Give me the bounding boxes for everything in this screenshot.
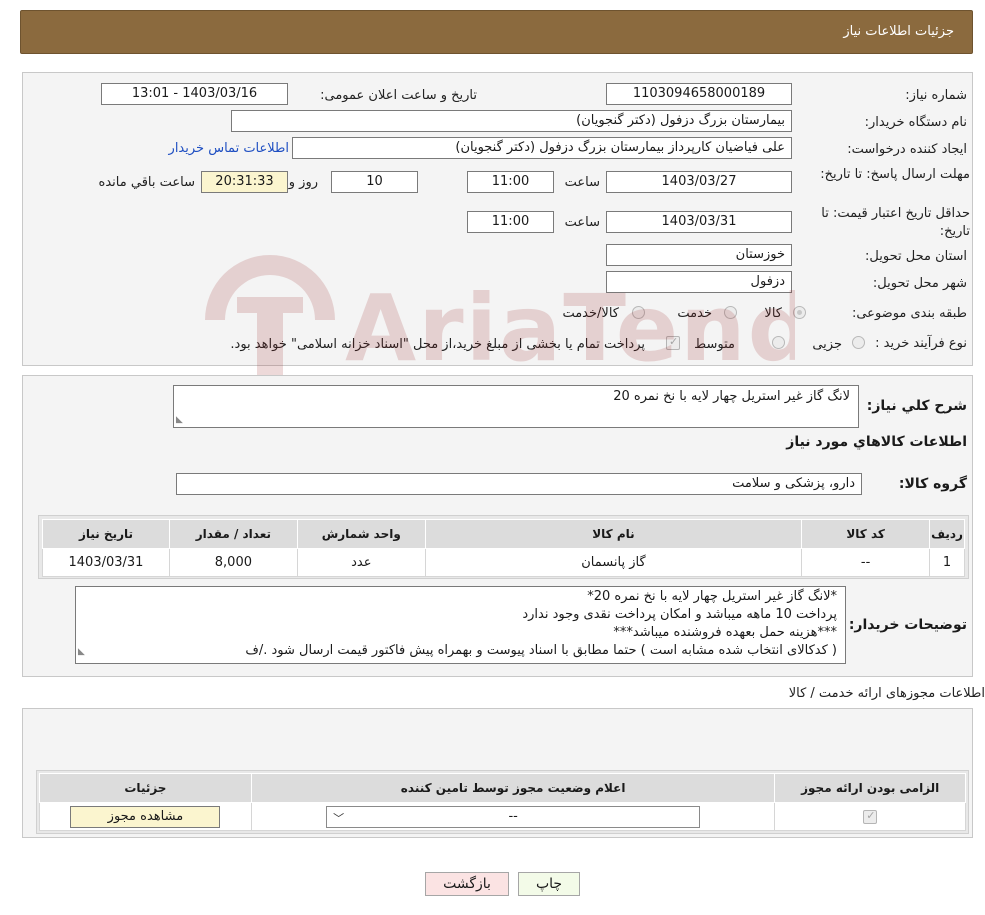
remaining-time-field: 20:31:33 [201,171,288,193]
print-button[interactable]: چاپ [518,872,580,896]
permits-col-required: الزامی بودن ارائه مجوز [774,773,966,803]
table-row: -- ﹀ مشاهده مجوز [39,802,966,831]
goods-cell-row: 1 [929,548,965,577]
creator-field: علی فیاضیان کارپرداز بیمارستان بزرگ دزفو… [292,137,792,159]
process-option-minor: جزیی [812,337,842,352]
goods-group-label: گروه کالا: [898,476,967,492]
goods-col-unit: واحد شمارش [296,519,426,549]
resize-handle-icon[interactable]: ◢ [78,643,85,661]
description-text: لانگ گاز غیر استریل چهار لایه با نخ نمره… [613,389,850,404]
goods-col-name: نام کالا [424,519,803,549]
category-option-goods-service: کالا/خدمت [562,306,619,321]
category-radio-goods[interactable] [793,306,806,319]
goods-col-quantity: تعداد / مقدار [168,519,298,549]
province-label: استان محل تحویل: [865,249,967,264]
goods-cell-date: 1403/03/31 [42,548,170,577]
treasury-note: پرداخت تمام یا بخشی از مبلغ خرید،از محل … [230,337,645,352]
permits-section-title: اطلاعات مجوزهای ارائه خدمت / کالا [788,686,985,701]
buyer-notes-line-1: *لانگ گاز غیر استریل چهار لایه با نخ نمر… [587,589,837,604]
process-option-medium: متوسط [694,337,735,352]
permits-col-status: اعلام وضعیت مجوز توسط تامین کننده [250,773,776,803]
goods-group-field: دارو، پزشکی و سلامت [176,473,862,495]
goods-section-title: اطلاعات کالاهاي مورد نياز [786,434,967,450]
category-radio-service[interactable] [724,306,737,319]
permits-cell-status: -- ﹀ [250,802,776,831]
page-title: جزئیات اطلاعات نیاز [843,24,954,39]
creator-label: ایجاد کننده درخواست: [847,142,967,157]
goods-table: ردیف کد کالا نام کالا واحد شمارش تعداد /… [42,519,965,577]
remaining-label: ساعت باقي مانده [98,175,195,190]
permits-table-header-row: الزامی بودن ارائه مجوز اعلام وضعیت مجوز … [39,773,966,803]
buyer-notes-textarea[interactable]: *لانگ گاز غیر استریل چهار لایه با نخ نمر… [75,586,846,664]
table-row: 1 -- گاز پانسمان عدد 8,000 1403/03/31 [42,548,965,577]
buyer-notes-line-2: پرداخت 10 ماهه میباشد و امکان پرداخت نقد… [522,607,837,622]
announce-label: تاریخ و ساعت اعلان عمومی: [320,88,477,103]
resize-handle-icon[interactable]: ◢ [176,415,183,425]
goods-cell-name: گاز پانسمان [424,548,803,577]
process-radio-minor[interactable] [852,336,865,349]
category-label: طبقه بندی موضوعی: [851,306,967,321]
validity-date-field: 1403/03/31 [606,211,792,233]
treasury-checkbox[interactable] [666,335,680,350]
goods-cell-code: -- [801,548,931,577]
buyer-notes-label: توضیحات خریدار: [848,617,967,633]
process-radio-medium[interactable] [772,336,785,349]
province-field: خوزستان [606,244,792,266]
goods-table-header-row: ردیف کد کالا نام کالا واحد شمارش تعداد /… [42,519,965,549]
deadline-date-field: 1403/03/27 [606,171,792,193]
permits-col-details: جزئیات [39,773,252,803]
page-header: جزئیات اطلاعات نیاز [20,10,973,54]
description-textarea[interactable]: لانگ گاز غیر استریل چهار لایه با نخ نمره… [173,385,859,428]
buyer-notes-line-4: ( کدکالای انتخاب شده مشابه است ) حتما مط… [245,643,837,658]
chevron-down-icon: ﹀ [333,811,345,825]
deadline-time-field: 11:00 [467,171,554,193]
goods-cell-unit: عدد [296,548,426,577]
announce-field: 1403/03/16 - 13:01 [101,83,288,105]
description-label: شرح کلي نياز: [866,398,967,414]
deadline-label: مهلت ارسال پاسخ: تا تاریخ: [820,167,970,182]
city-label: شهر محل تحویل: [872,276,967,291]
category-option-goods: کالا [764,306,782,321]
view-permit-button[interactable]: مشاهده مجوز [70,805,221,828]
permits-table: الزامی بودن ارائه مجوز اعلام وضعیت مجوز … [39,773,966,831]
goods-col-date: تاریخ نیاز [42,519,170,549]
days-label: روز و [288,175,318,190]
permits-cell-required [774,802,966,831]
category-option-service: خدمت [677,306,712,321]
buyer-notes-line-3: ***هزینه حمل بعهده فروشنده میباشد*** [613,625,837,640]
process-label: نوع فرآیند خرید : [875,336,967,351]
deadline-time-label: ساعت [564,175,600,190]
permit-required-checkbox[interactable] [863,809,878,824]
goods-col-row: ردیف [929,519,965,549]
buyer-contact-link[interactable]: اطلاعات تماس خریدار [169,141,289,156]
category-radio-goods-service[interactable] [632,306,645,319]
permits-cell-details: مشاهده مجوز [39,802,252,831]
need-number-label: شماره نیاز: [905,88,967,103]
days-field: 10 [331,171,418,193]
city-field: دزفول [606,271,792,293]
buyer-field: بیمارستان بزرگ دزفول (دکتر گنجویان) [231,110,792,132]
validity-label: حداقل تاریخ اعتبار قیمت: تا تاریخ: [821,206,970,239]
goods-col-code: کد کالا [801,519,931,549]
permit-status-select[interactable]: -- ﹀ [326,805,701,828]
permit-status-value: -- [508,808,518,824]
validity-time-label: ساعت [564,215,600,230]
need-number-field: 1103094658000189 [606,83,792,105]
buyer-label: نام دستگاه خریدار: [864,115,967,130]
validity-time-field: 11:00 [467,211,554,233]
back-button[interactable]: بازگشت [425,872,509,896]
goods-cell-quantity: 8,000 [168,548,298,577]
